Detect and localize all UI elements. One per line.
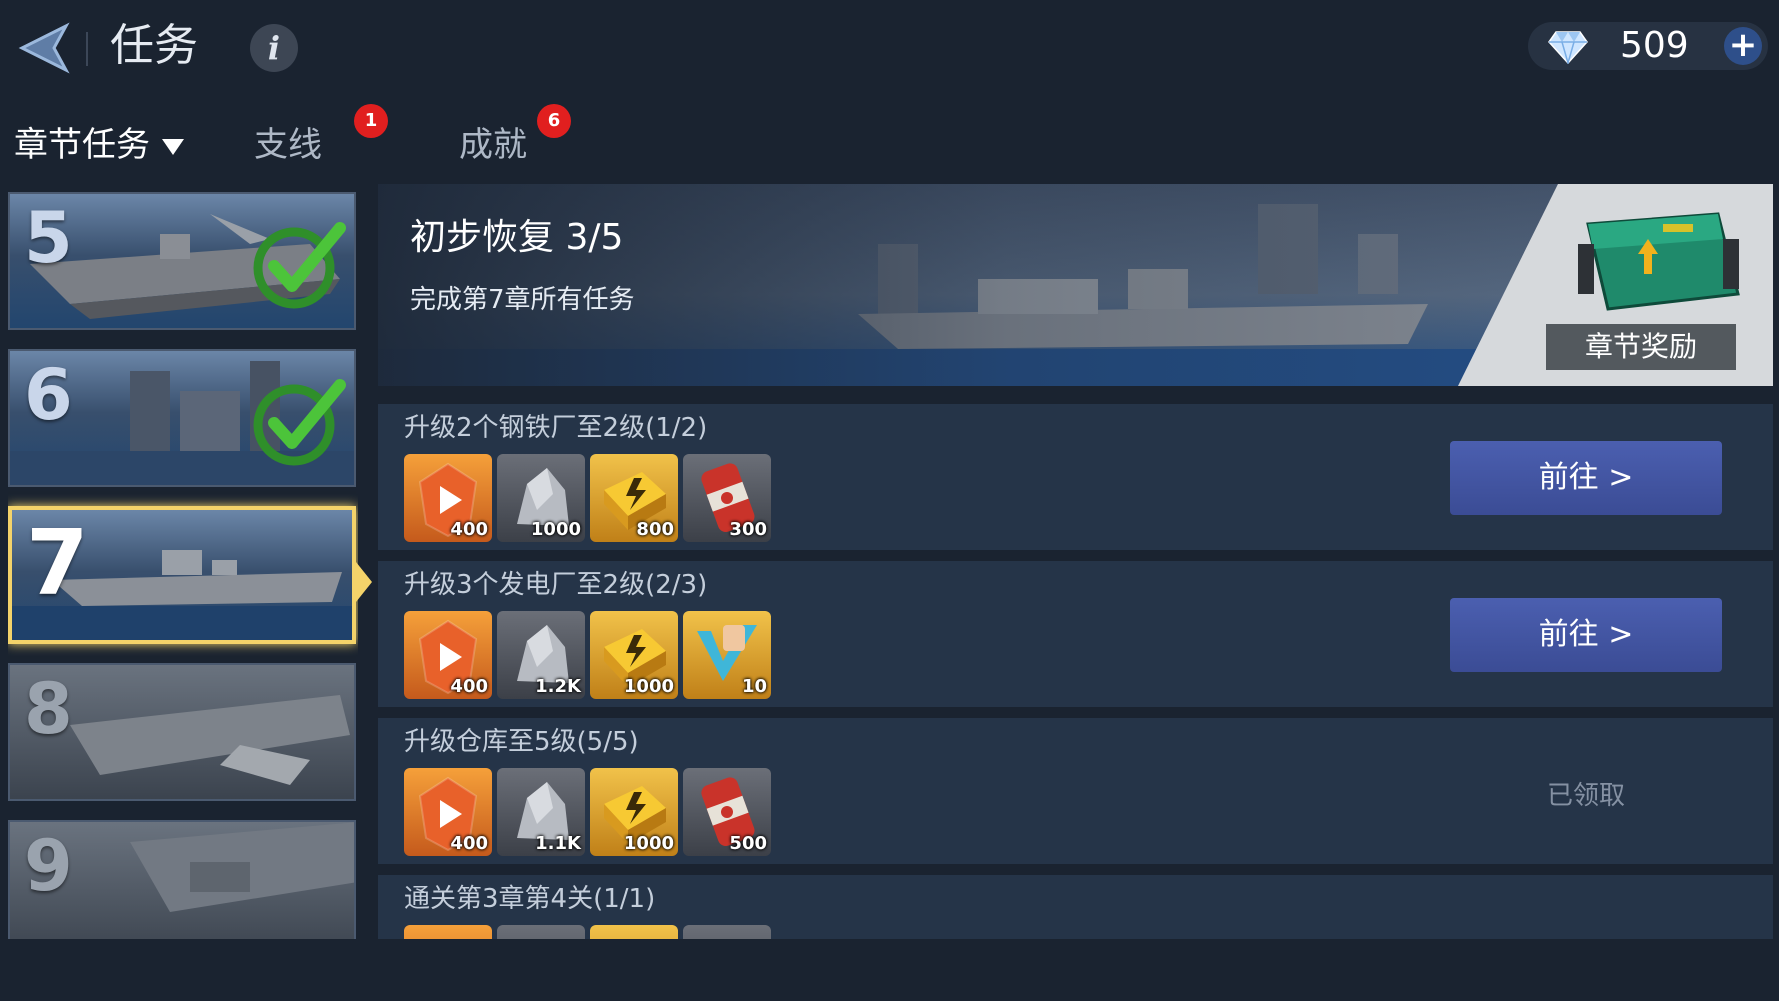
tab-label: 成就 — [459, 125, 527, 165]
chapter-card-9[interactable]: 9 — [8, 820, 356, 939]
task-title: 升级3个发电厂至2级(2/3) — [404, 570, 708, 600]
go-button[interactable]: 前往 > — [1450, 598, 1722, 672]
title-divider — [86, 32, 88, 66]
task-title: 升级仓库至5级(5/5) — [404, 727, 639, 757]
stone-icon — [497, 925, 585, 939]
reward-item[interactable] — [497, 925, 585, 939]
top-bar: 任务 i 509 + — [0, 0, 1779, 100]
chapter-number: 6 — [24, 354, 73, 436]
reward-quantity: 400 — [450, 519, 488, 540]
currency-value: 509 — [1620, 25, 1689, 66]
chapter-number: 7 — [26, 511, 89, 616]
reward-item[interactable] — [683, 925, 771, 939]
chapter-card-8[interactable]: 8 — [8, 663, 356, 801]
reward-item[interactable]: 500 — [683, 768, 771, 856]
dropdown-caret-icon — [162, 138, 184, 155]
completed-check-icon — [253, 379, 346, 466]
reward-item[interactable]: 400 — [404, 768, 492, 856]
task-tabs: 章节任务 支线 1 成就 6 — [0, 104, 700, 184]
tab-achievements[interactable]: 成就 — [459, 120, 527, 170]
chapter-number: 5 — [24, 197, 73, 279]
tab-label: 章节任务 — [14, 125, 150, 165]
reward-quantity: 300 — [729, 519, 767, 540]
diamond-gem-icon — [1548, 31, 1588, 64]
reward-quantity: 400 — [450, 833, 488, 854]
chapter-card-7[interactable]: 7 — [8, 506, 356, 644]
task-row: 升级仓库至5级(5/5) 400 1.1K 1000 500 已领取 — [378, 718, 1773, 864]
reward-quantity: 1.1K — [535, 833, 581, 854]
task-list[interactable]: 升级2个钢铁厂至2级(1/2) 400 1000 800 300 前往 > 升级… — [378, 404, 1773, 939]
task-row: 通关第3章第4关(1/1) — [378, 875, 1773, 939]
reward-item[interactable]: 300 — [683, 454, 771, 542]
reward-quantity: 400 — [450, 676, 488, 697]
tab-label: 支线 — [254, 125, 322, 165]
task-title: 通关第3章第4关(1/1) — [404, 884, 656, 914]
exp-badge-icon — [404, 925, 492, 939]
currency-display: 509 + — [1528, 22, 1768, 70]
reward-quantity: 1000 — [530, 519, 581, 540]
chapter-progress-title: 初步恢复 3/5 — [410, 217, 624, 258]
chapter-goal-description: 完成第7章所有任务 — [410, 285, 635, 315]
reward-quantity: 1000 — [623, 833, 674, 854]
chapter-number: 8 — [24, 668, 73, 750]
completed-check-icon — [253, 222, 346, 309]
reward-item[interactable]: 1000 — [590, 611, 678, 699]
back-arrow-icon[interactable] — [14, 18, 74, 78]
notification-badge: 6 — [537, 104, 571, 138]
reward-item[interactable]: 1000 — [590, 768, 678, 856]
page-title: 任务 — [110, 20, 198, 71]
reward-quantity: 1000 — [623, 676, 674, 697]
notification-badge: 1 — [354, 104, 388, 138]
reward-item[interactable] — [404, 925, 492, 939]
chapter-reward-label: 章节奖励 — [1546, 324, 1736, 370]
go-button[interactable]: 前往 > — [1450, 441, 1722, 515]
chapter-banner: 初步恢复 3/5 完成第7章所有任务 章节奖励 — [378, 184, 1773, 386]
claimed-status: 已领取 — [1546, 781, 1625, 811]
reward-item[interactable]: 1000 — [497, 454, 585, 542]
selected-chapter-pointer — [356, 562, 372, 602]
reward-quantity: 1.2K — [535, 676, 581, 697]
reward-item[interactable]: 400 — [404, 611, 492, 699]
reward-item[interactable]: 1.1K — [497, 768, 585, 856]
add-currency-button[interactable]: + — [1724, 27, 1762, 65]
task-row: 升级3个发电厂至2级(2/3) 400 1.2K 1000 10 前往 > — [378, 561, 1773, 707]
task-row: 升级2个钢铁厂至2级(1/2) 400 1000 800 300 前往 > — [378, 404, 1773, 550]
reward-item[interactable]: 10 — [683, 611, 771, 699]
energy-pack-icon — [590, 925, 678, 939]
task-title: 升级2个钢铁厂至2级(1/2) — [404, 413, 708, 443]
tab-side-quests[interactable]: 支线 — [254, 120, 322, 170]
reward-quantity: 800 — [636, 519, 674, 540]
chapter-card-6[interactable]: 6 — [8, 349, 356, 487]
reward-item[interactable]: 800 — [590, 454, 678, 542]
reward-item[interactable]: 1.2K — [497, 611, 585, 699]
bottom-bar — [0, 939, 1779, 1001]
reward-quantity: 500 — [729, 833, 767, 854]
chapter-list[interactable]: 5 6 7 8 9 — [8, 192, 358, 939]
reward-quantity: 10 — [741, 676, 767, 697]
chapter-number: 9 — [24, 825, 73, 907]
chapter-card-5[interactable]: 5 — [8, 192, 356, 330]
tab-chapter-tasks[interactable]: 章节任务 — [14, 120, 184, 170]
reward-item[interactable] — [590, 925, 678, 939]
reward-item[interactable]: 400 — [404, 454, 492, 542]
oil-barrel-icon — [683, 925, 771, 939]
info-button[interactable]: i — [250, 24, 298, 72]
